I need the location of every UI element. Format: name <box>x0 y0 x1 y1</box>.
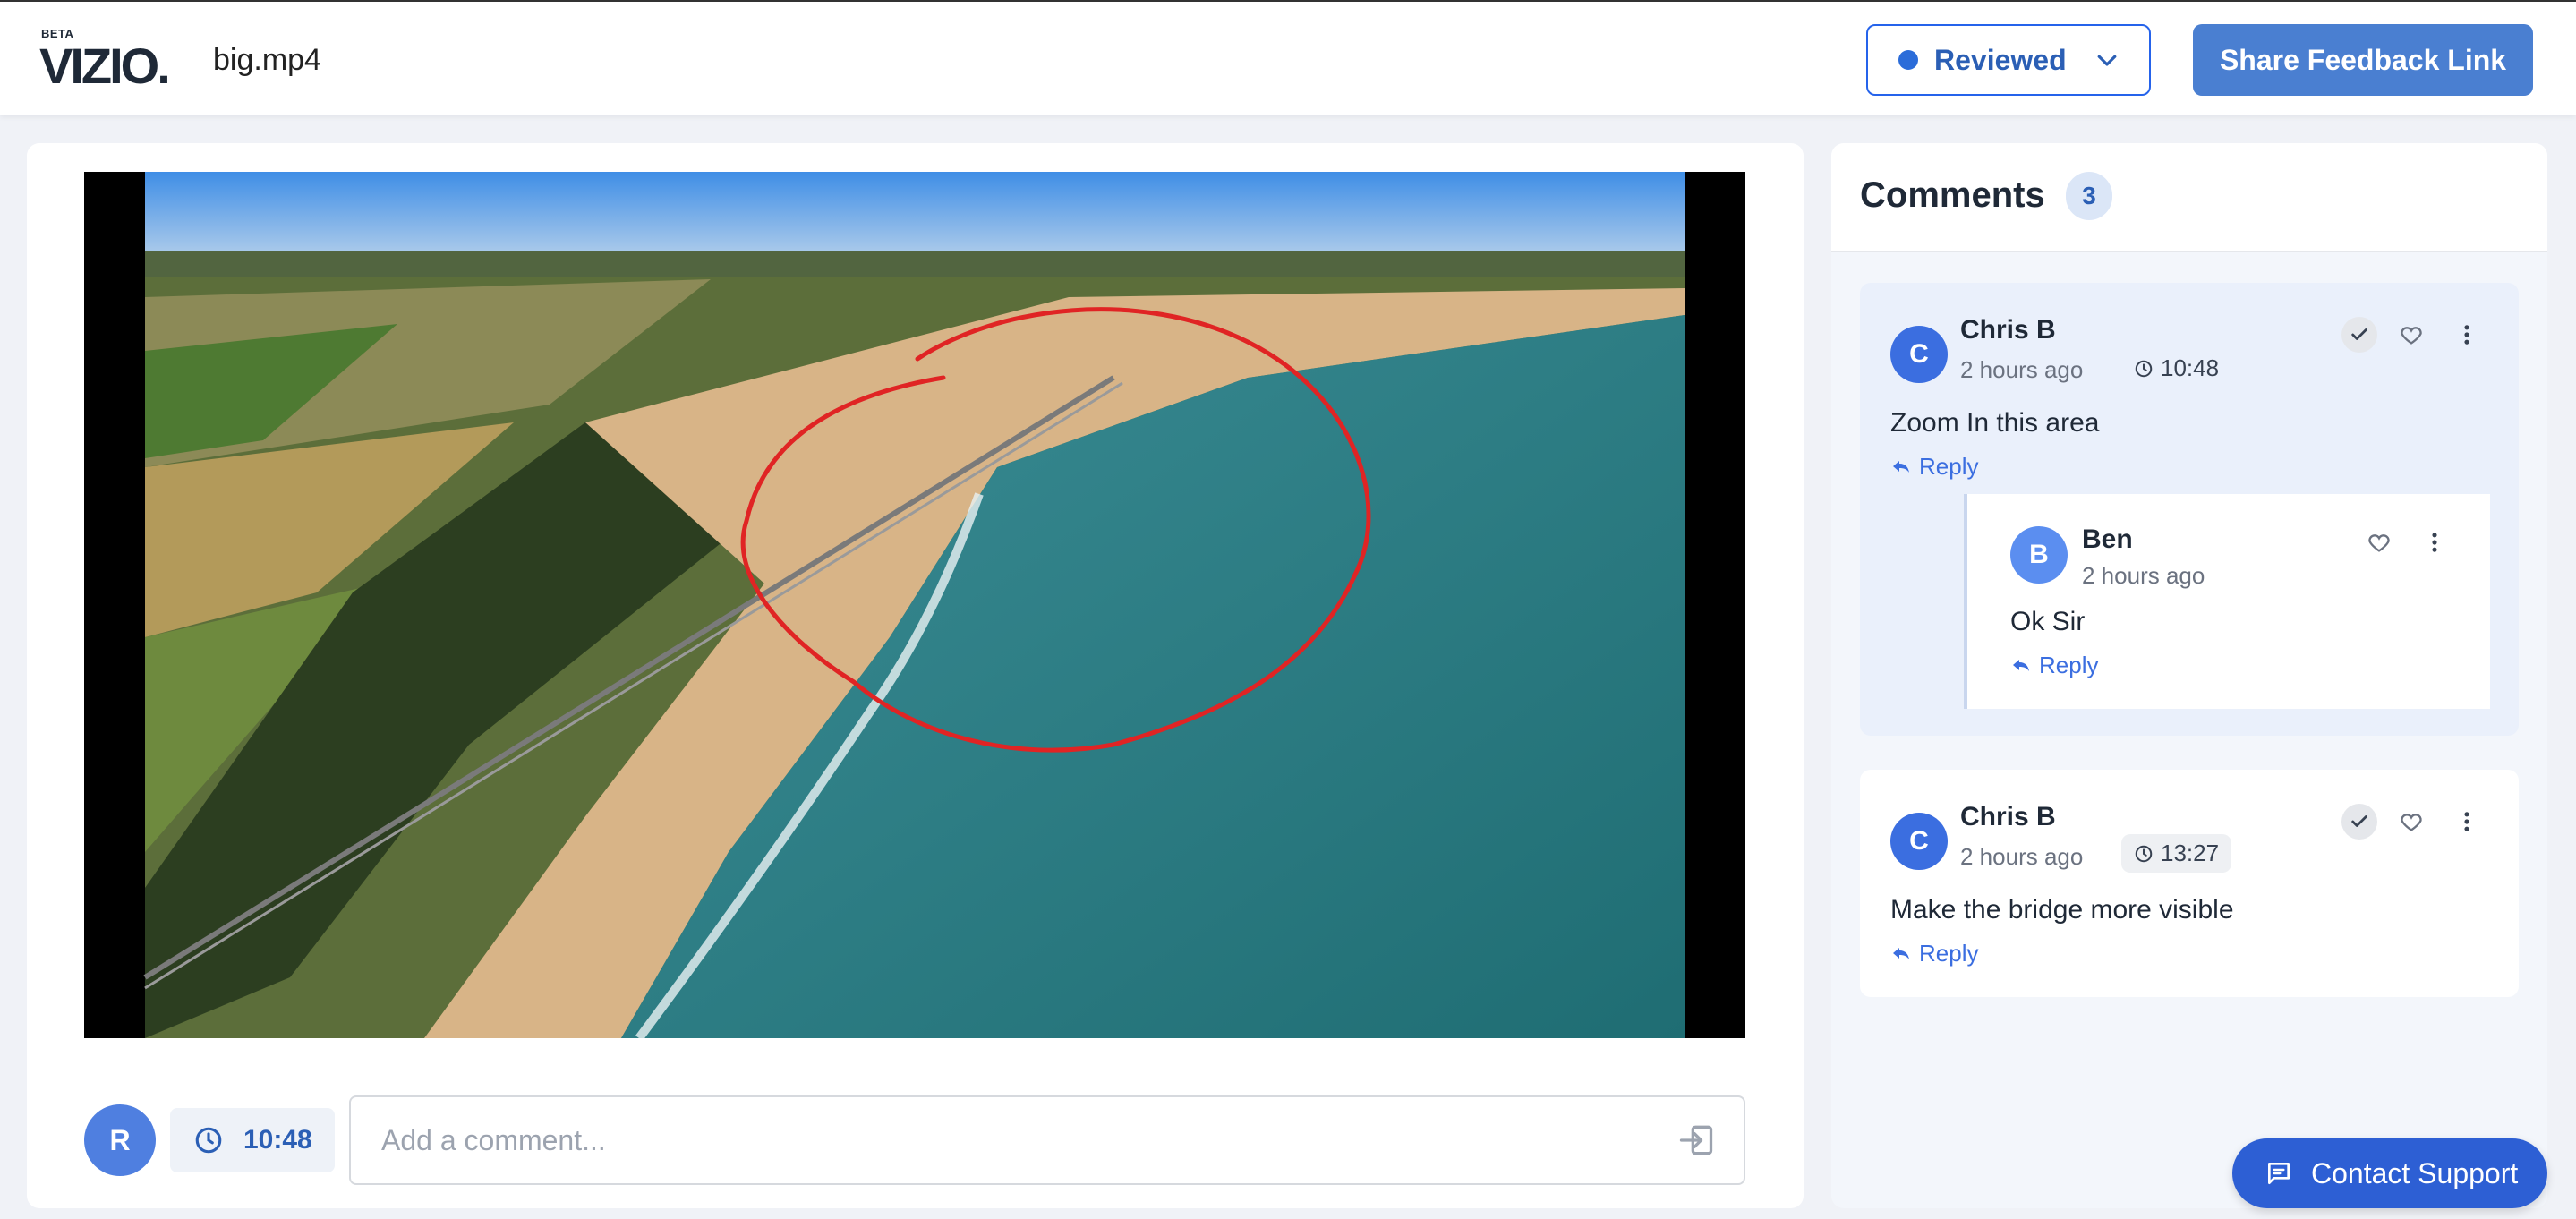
more-vertical-icon <box>2464 812 2469 831</box>
more-options-button[interactable] <box>2449 317 2485 353</box>
reply-comment[interactable]: B Ben 2 hours ago Ok Sir Reply <box>1964 494 2490 709</box>
chevron-down-icon <box>2097 55 2116 66</box>
heart-icon <box>2401 327 2422 345</box>
avatar: C <box>1890 326 1948 383</box>
comments-panel: Comments 3 C Chris B 2 hours ago 10:48 Z… <box>1831 143 2547 1208</box>
check-icon <box>2351 328 2367 340</box>
clock-icon <box>195 1127 222 1154</box>
more-vertical-icon <box>2464 325 2469 345</box>
contact-support-label: Contact Support <box>2311 1156 2519 1189</box>
comment-composer: R 10:48 <box>84 1095 1745 1185</box>
app-logo[interactable]: VIZIO. <box>39 41 171 91</box>
more-options-button[interactable] <box>2449 804 2485 840</box>
reply-label: Reply <box>1919 940 1979 967</box>
heart-icon <box>2368 534 2390 552</box>
status-dot-icon <box>1898 50 1918 70</box>
reply-label: Reply <box>1919 453 1979 480</box>
more-options-button[interactable] <box>2417 524 2452 560</box>
comment-author: Chris B <box>1960 315 2056 345</box>
comments-count-badge: 3 <box>2066 172 2112 220</box>
send-icon[interactable] <box>1676 1121 1717 1160</box>
timestamp-value: 10:48 <box>243 1125 312 1155</box>
avatar: C <box>1890 813 1948 870</box>
comment-time-ago: 2 hours ago <box>1960 356 2084 383</box>
timestamp-value: 10:48 <box>2161 354 2220 381</box>
comment-text: Make the bridge more visible <box>1890 895 2234 925</box>
status-dropdown[interactable]: Reviewed <box>1866 24 2151 96</box>
more-vertical-icon <box>2432 533 2437 552</box>
like-button[interactable] <box>2393 804 2429 840</box>
chat-bubble-icon <box>2268 1163 2290 1184</box>
comment-text: Ok Sir <box>2010 607 2086 636</box>
video-panel: R 10:48 <box>27 143 1804 1208</box>
reply-button[interactable]: Reply <box>1890 940 1978 968</box>
comment-time-ago: 2 hours ago <box>1960 843 2084 870</box>
comment-thread[interactable]: C Chris B 2 hours ago 13:27 Make the bri… <box>1860 770 2519 997</box>
video-player[interactable] <box>84 172 1745 1038</box>
top-bar: BETA VIZIO. big.mp4 Reviewed Share Feedb… <box>0 0 2576 115</box>
clock-icon <box>2135 845 2153 862</box>
reply-button[interactable]: Reply <box>1890 453 1978 481</box>
share-feedback-link-button[interactable]: Share Feedback Link <box>2193 24 2533 96</box>
reply-button[interactable]: Reply <box>2010 652 2098 679</box>
video-frame-image <box>84 172 1745 1038</box>
like-button[interactable] <box>2393 317 2429 353</box>
timestamp-chip[interactable]: 10:48 <box>170 1108 335 1172</box>
avatar: R <box>84 1104 156 1176</box>
reply-icon <box>2013 659 2029 671</box>
comment-timestamp[interactable]: 10:48 <box>2134 354 2219 382</box>
file-name: big.mp4 <box>213 43 321 77</box>
comment-author: Chris B <box>1960 802 2056 831</box>
comment-time-ago: 2 hours ago <box>2082 562 2205 589</box>
comment-thread[interactable]: C Chris B 2 hours ago 10:48 Zoom In this… <box>1860 283 2519 736</box>
resolve-check-button[interactable] <box>2341 317 2377 353</box>
resolve-check-button[interactable] <box>2341 804 2377 840</box>
comment-timestamp[interactable]: 13:27 <box>2121 834 2232 873</box>
reply-label: Reply <box>2039 652 2099 678</box>
avatar: B <box>2010 526 2068 584</box>
like-button[interactable] <box>2361 524 2397 560</box>
comments-header: Comments 3 <box>1831 143 2547 252</box>
comments-title: Comments <box>1860 175 2045 215</box>
comment-text: Zoom In this area <box>1890 408 2100 438</box>
heart-icon <box>2401 814 2422 831</box>
reply-icon <box>1893 947 1909 959</box>
clock-icon <box>2135 360 2153 377</box>
reply-icon <box>1893 460 1909 473</box>
check-icon <box>2351 815 2367 827</box>
comment-author: Ben <box>2082 524 2133 554</box>
timestamp-value: 13:27 <box>2161 840 2220 866</box>
status-label: Reviewed <box>1934 43 2067 76</box>
comment-input[interactable] <box>349 1095 1745 1185</box>
contact-support-button[interactable]: Contact Support <box>2232 1138 2547 1208</box>
